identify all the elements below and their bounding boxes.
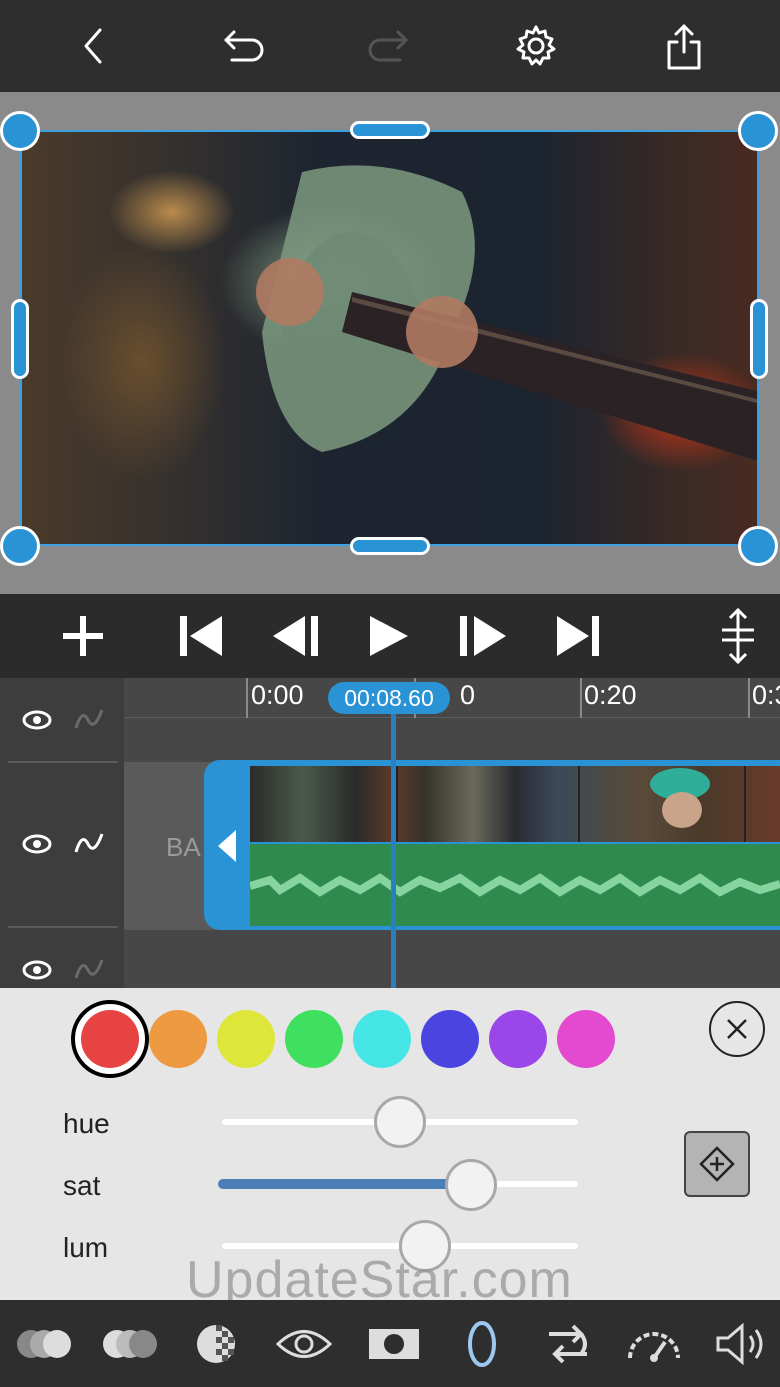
lum-label: lum <box>63 1232 109 1263</box>
swatch-cyan[interactable] <box>353 1010 411 1068</box>
ruler-tick <box>246 678 248 718</box>
ruler-tick <box>580 678 582 718</box>
crop-handle-right[interactable] <box>750 299 768 379</box>
swatch-blue[interactable] <box>421 1010 479 1068</box>
visibility-eye-icon[interactable] <box>22 833 52 855</box>
audio-waveform <box>250 844 780 926</box>
track-header-3 <box>0 950 124 990</box>
keyframe-curve-icon[interactable] <box>74 706 104 734</box>
playhead[interactable] <box>391 700 396 988</box>
transparency-icon[interactable] <box>186 1316 246 1372</box>
crop-handle-left[interactable] <box>11 299 29 379</box>
transport-bar <box>0 594 780 678</box>
play-icon[interactable] <box>360 608 416 664</box>
visibility-eye-icon[interactable] <box>22 959 52 981</box>
thumbnail-strip <box>396 766 746 842</box>
settings-icon[interactable] <box>510 20 562 72</box>
step-back-icon[interactable] <box>268 608 324 664</box>
keyframe-curve-icon[interactable] <box>74 956 104 984</box>
undo-icon[interactable] <box>216 20 268 72</box>
track-separator <box>8 926 118 928</box>
video-frame[interactable] <box>20 130 759 546</box>
layers-opacity-icon[interactable] <box>100 1316 160 1372</box>
redo-icon[interactable] <box>364 20 416 72</box>
keyframe-add-icon <box>699 1146 735 1182</box>
ruler-tick <box>748 678 750 718</box>
track-headers <box>0 678 124 988</box>
crop-handle-top-right[interactable] <box>738 111 778 151</box>
ruler-label: 0:00 <box>251 680 304 710</box>
clip-thumbnails <box>250 766 780 842</box>
ruler-label: 0 <box>460 680 476 710</box>
keyframe-curve-icon[interactable] <box>74 830 104 858</box>
sat-slider-knob[interactable] <box>445 1159 498 1211</box>
swatch-green[interactable] <box>285 1010 343 1068</box>
track-header-2 <box>0 824 124 864</box>
crop-handle-bottom[interactable] <box>350 537 430 555</box>
ruler-label: 0:3 <box>752 680 780 710</box>
sat-label: sat <box>63 1170 101 1201</box>
swatch-magenta[interactable] <box>557 1010 615 1068</box>
guitar-shape <box>256 165 757 461</box>
visibility-icon[interactable] <box>274 1316 334 1372</box>
track-header-1 <box>0 700 124 740</box>
share-icon[interactable] <box>658 20 710 72</box>
swatch-red[interactable] <box>81 1010 139 1068</box>
clip-trim-left-icon[interactable] <box>214 826 244 866</box>
bottom-toolbar <box>0 1300 780 1387</box>
back-icon[interactable] <box>68 20 120 72</box>
swatch-yellow[interactable] <box>217 1010 275 1068</box>
crop-handle-bottom-right[interactable] <box>738 526 778 566</box>
swatch-orange[interactable] <box>149 1010 207 1068</box>
add-keyframe-button[interactable] <box>684 1131 750 1197</box>
track-label: BA <box>166 832 201 862</box>
current-time-badge: 00:08.60 <box>328 682 450 714</box>
blend-mode-icon[interactable] <box>14 1316 74 1372</box>
swatch-purple[interactable] <box>489 1010 547 1068</box>
step-forward-icon[interactable] <box>455 608 511 664</box>
transition-swap-icon[interactable] <box>538 1316 598 1372</box>
top-toolbar <box>0 0 780 92</box>
sat-slider-fill <box>218 1179 472 1189</box>
skip-to-start-icon[interactable] <box>173 608 229 664</box>
visibility-eye-icon[interactable] <box>22 709 52 731</box>
time-ruler[interactable]: 0:00 0 0:20 0:3 <box>124 678 780 718</box>
hue-label: hue <box>63 1108 110 1139</box>
ruler-label: 0:20 <box>584 680 637 710</box>
volume-icon[interactable] <box>712 1316 772 1372</box>
crop-handle-top[interactable] <box>350 121 430 139</box>
crop-handle-bottom-left[interactable] <box>0 526 40 566</box>
waveform-shape <box>250 873 780 897</box>
close-icon[interactable] <box>709 1001 765 1057</box>
track-separator <box>8 761 118 763</box>
expand-timeline-icon[interactable] <box>710 608 766 664</box>
crop-handle-top-left[interactable] <box>0 111 40 151</box>
add-icon[interactable] <box>55 608 111 664</box>
skip-to-end-icon[interactable] <box>550 608 606 664</box>
speed-gauge-icon[interactable] <box>624 1316 684 1372</box>
hue-slider-knob[interactable] <box>374 1096 426 1148</box>
crop-shape-icon[interactable] <box>452 1316 512 1372</box>
mask-icon[interactable] <box>364 1316 424 1372</box>
